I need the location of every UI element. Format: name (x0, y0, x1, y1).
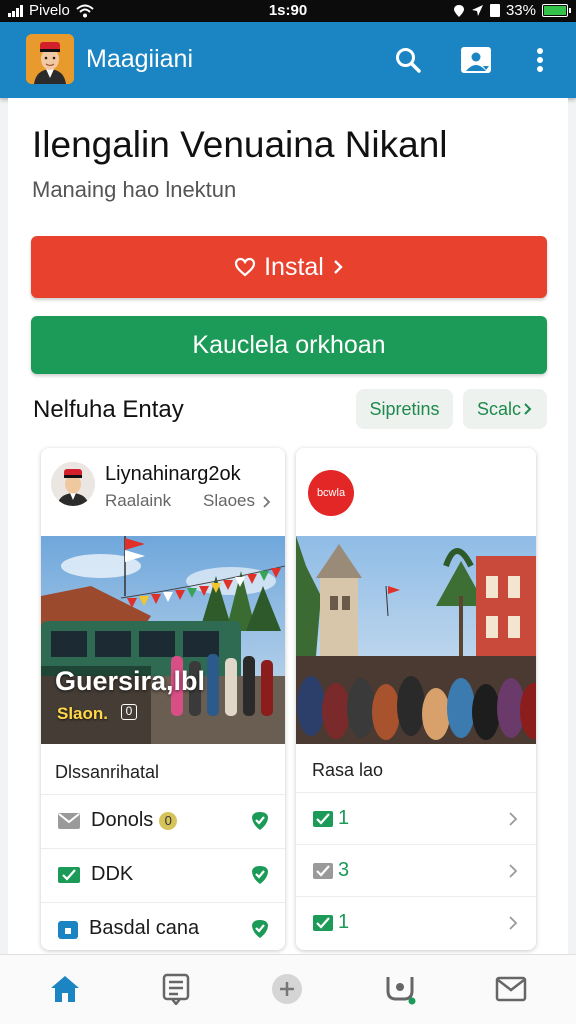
sim-icon (489, 4, 500, 17)
check-shield-icon[interactable] (249, 864, 271, 886)
chevron-right-icon[interactable] (508, 915, 518, 931)
chevron-right-icon (524, 403, 532, 415)
chevron-right-icon (334, 260, 343, 274)
photo-overlay-title: Guersira,lbl (55, 666, 206, 696)
nav-add[interactable] (267, 969, 307, 1009)
chip-filter-1[interactable]: Sipretins (356, 389, 453, 429)
list-item-value: 1 (338, 807, 350, 829)
add-icon (272, 974, 302, 1004)
list-item-label: DDK (91, 863, 134, 885)
calendar-icon (58, 920, 78, 939)
nav-list[interactable] (156, 969, 196, 1009)
heart-icon (235, 257, 256, 277)
card-caption: Dlssanrihatal (55, 762, 160, 782)
list-item-badge: 0 (159, 811, 178, 830)
list-item[interactable]: Donols 0 (41, 794, 285, 846)
brand-badge-label: bcwla (316, 487, 346, 499)
mail-icon (495, 976, 527, 1002)
chip-filter-2[interactable]: Scalc (463, 389, 547, 429)
list-item-label: Basdal cana (89, 917, 200, 939)
app-title: Maagiiani (86, 45, 194, 73)
list-item-value: 3 (338, 859, 350, 881)
check-box-icon (313, 810, 333, 827)
list-item[interactable]: Basdal cana (41, 902, 285, 950)
chevron-right-icon[interactable] (508, 811, 518, 827)
search-button[interactable] (390, 42, 426, 78)
image-icon (461, 47, 491, 73)
post-card[interactable]: Liynahinarg2ok Raalaink Slaoes Guersira,… (41, 448, 285, 950)
check-box-icon (313, 914, 333, 931)
card-caption: Rasa lao (312, 760, 384, 780)
app-logo-avatar[interactable] (26, 34, 74, 84)
list-item-label: Donols (91, 809, 154, 831)
navigation-icon (471, 5, 483, 16)
home-icon (51, 976, 79, 1002)
check-box-icon (58, 866, 80, 883)
nav-people[interactable] (380, 969, 420, 1009)
avatar[interactable] (51, 462, 95, 506)
chevron-right-icon[interactable] (508, 863, 518, 879)
location-icon (453, 4, 464, 17)
page-title: Ilengalin Venuaina Nikanl (32, 124, 448, 165)
card-username[interactable]: Liynahinarg2ok (105, 463, 241, 486)
nav-mail[interactable] (491, 969, 531, 1009)
list-item[interactable]: DDK (41, 848, 285, 900)
status-bar: Pivelo 1s:90 33% (0, 0, 576, 22)
photo-overlay-badge: 0 (121, 704, 137, 720)
section-title: Nelfuha Entay (33, 396, 184, 423)
list-icon (162, 973, 190, 1005)
photo-overlay-sub: Slaon. (57, 704, 109, 723)
install-label: Instal (264, 252, 324, 281)
card-meta-1: Raalaink (105, 491, 172, 510)
battery-icon (542, 4, 571, 17)
mail-icon (313, 862, 333, 879)
chip-filter-2-label: Scalc (476, 398, 521, 419)
page-subtitle: Manaing hao lnektun (32, 177, 237, 202)
more-vert-icon (537, 48, 543, 72)
secondary-action-label: Kauclela orkhoan (192, 330, 386, 359)
status-right: 33% (453, 2, 571, 19)
nav-home[interactable] (45, 969, 85, 1009)
card-meta-2: Slaoes (203, 491, 255, 510)
chevron-right-icon[interactable] (262, 495, 272, 509)
gallery-button[interactable] (458, 42, 494, 78)
people-icon (386, 977, 416, 1005)
post-card[interactable]: bcwla Rasa lao 1 3 1 (296, 448, 536, 950)
post-photo[interactable] (296, 536, 536, 744)
install-button[interactable]: Instal (31, 236, 547, 298)
check-shield-icon[interactable] (249, 810, 271, 832)
search-icon (396, 48, 421, 73)
list-item[interactable]: 1 (296, 792, 536, 844)
brand-badge[interactable]: bcwla (308, 470, 354, 516)
list-item[interactable]: 1 (296, 896, 536, 948)
list-item-value: 1 (338, 911, 350, 933)
list-item[interactable]: 3 (296, 844, 536, 896)
bottom-nav (0, 954, 576, 1024)
check-shield-icon[interactable] (249, 918, 271, 940)
more-options-button[interactable] (522, 42, 558, 78)
app-bar: Maagiiani (0, 22, 576, 98)
battery-percent: 33% (505, 2, 536, 19)
mail-icon (58, 812, 80, 829)
chip-filter-1-label: Sipretins (369, 398, 440, 419)
secondary-action-button[interactable]: Kauclela orkhoan (31, 316, 547, 374)
